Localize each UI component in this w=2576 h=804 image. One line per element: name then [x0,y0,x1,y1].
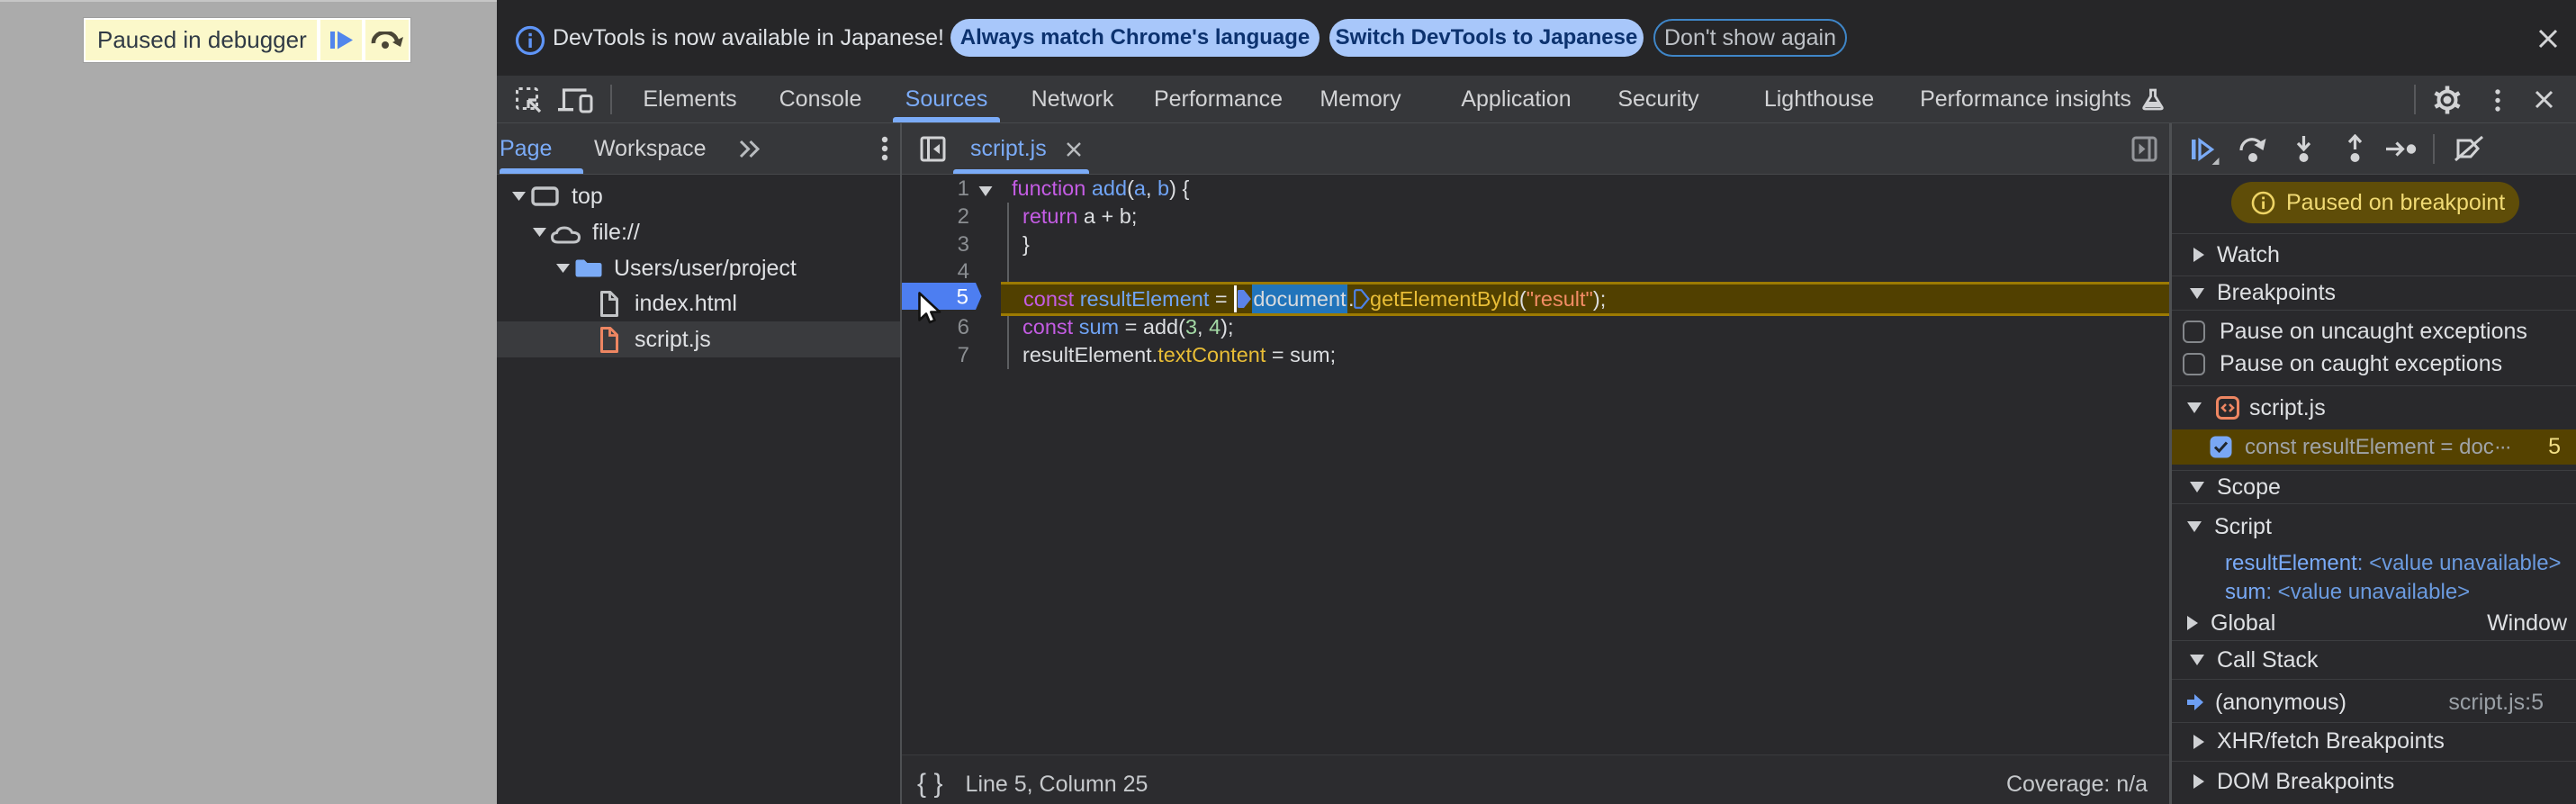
svg-text:5: 5 [957,285,968,310]
